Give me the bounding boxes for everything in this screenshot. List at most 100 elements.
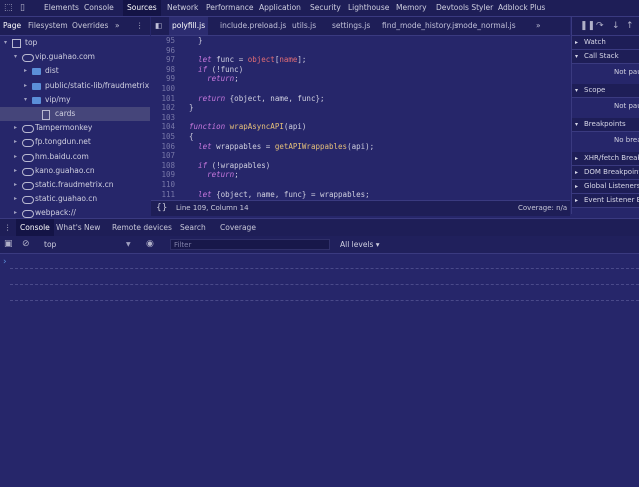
- tree-item[interactable]: ▸ public/static-lib/fraudmetrix: [0, 79, 150, 93]
- tree-item[interactable]: ▸ hm.baidu.com: [0, 150, 150, 164]
- code-token: {object, name, func};: [229, 93, 325, 103]
- debugger-section-dom-breakpoints[interactable]: ▸ DOM Breakpoints: [572, 166, 639, 180]
- inspect-element-icon[interactable]: ⬚: [4, 0, 13, 16]
- drawer-tab-remote-devices[interactable]: Remote devices: [108, 219, 176, 236]
- step-into-icon[interactable]: ↓: [612, 17, 620, 35]
- tree-item[interactable]: ▸ fp.tongdun.net: [0, 135, 150, 149]
- code-token: {: [180, 132, 194, 141]
- editor-tab-mode-normal-js[interactable]: mode_normal.js: [453, 17, 519, 35]
- tab-memory[interactable]: Memory: [392, 0, 431, 16]
- tab-devtools-styler[interactable]: Devtools Styler: [432, 0, 497, 16]
- step-over-icon[interactable]: ↷: [596, 17, 604, 35]
- tab-adblock-plus[interactable]: Adblock Plus: [494, 0, 549, 16]
- debugger-section-scope[interactable]: ▾ Scope: [572, 84, 639, 98]
- eye-icon[interactable]: ◉: [146, 236, 154, 253]
- drawer-tab-what-s-new[interactable]: What's New: [52, 219, 104, 236]
- editor-tab-utils-js[interactable]: utils.js: [289, 17, 319, 35]
- tab-overrides[interactable]: Overrides: [72, 17, 108, 35]
- tree-item[interactable]: ▸ static.guahao.cn: [0, 192, 150, 206]
- debugger-section-breakpoints[interactable]: ▾ Breakpoints: [572, 118, 639, 132]
- step-out-icon[interactable]: ↑: [626, 17, 634, 35]
- more-options-icon[interactable]: ⋮: [136, 17, 144, 35]
- debugger-toolbar: ❚❚ ↷ ↓ ↑: [571, 17, 639, 36]
- clear-console-icon[interactable]: ⊘: [22, 236, 30, 253]
- section-body: Not paused: [614, 102, 639, 110]
- cloud-icon: [22, 196, 34, 205]
- drawer-menu-icon[interactable]: ⋮: [4, 219, 12, 236]
- tree-expand-icon[interactable]: ▾: [14, 50, 17, 64]
- tab-network[interactable]: Network: [163, 0, 202, 16]
- debugger-section-xhr-fetch-breakpoints[interactable]: ▸ XHR/fetch Breakpoints: [572, 152, 639, 166]
- tree-item-label: kano.guahao.cn: [35, 165, 95, 175]
- tree-item[interactable]: ▸ kano.guahao.cn: [0, 164, 150, 178]
- tree-item-label: public/static-lib/fraudmetrix: [45, 80, 150, 90]
- editor-status-bar: {} Line 109, Column 14 Coverage: n/a: [151, 200, 570, 216]
- console-output[interactable]: ›: [0, 254, 639, 487]
- chevron-down-icon: ▾: [575, 121, 579, 128]
- cloud-icon: [22, 125, 34, 134]
- tab-elements[interactable]: Elements: [40, 0, 83, 16]
- debugger-section-call-stack[interactable]: ▾ Call Stack: [572, 50, 639, 64]
- device-toolbar-icon[interactable]: ▯: [20, 0, 25, 16]
- context-dropdown-icon[interactable]: ▼: [126, 236, 131, 253]
- tab-performance[interactable]: Performance: [202, 0, 258, 16]
- tab-page[interactable]: Page: [3, 17, 21, 35]
- context-selector[interactable]: top: [44, 236, 56, 253]
- filter-input[interactable]: Filter: [170, 239, 330, 250]
- toggle-navigator-icon[interactable]: ◧: [155, 17, 162, 35]
- line-number: 100: [161, 84, 175, 93]
- code-token: return: [180, 93, 230, 103]
- editor-tab-polyfill-js[interactable]: polyfill.js: [169, 17, 209, 35]
- tree-item[interactable]: ▸ dist: [0, 64, 150, 78]
- tree-item[interactable]: ▾ vip/my: [0, 93, 150, 107]
- tree-item[interactable]: ▾ vip.guahao.com: [0, 50, 150, 64]
- tab-filesystem[interactable]: Filesystem: [28, 17, 68, 35]
- tree-expand-icon[interactable]: ▸: [24, 79, 27, 93]
- tree-expand-icon[interactable]: ▸: [14, 178, 17, 192]
- tab-application[interactable]: Application: [255, 0, 305, 16]
- more-tabs-button[interactable]: »: [115, 17, 120, 35]
- code-token: (api);: [347, 141, 375, 151]
- section-label: XHR/fetch Breakpoints: [584, 154, 639, 162]
- debugger-section-global-listeners[interactable]: ▸ Global Listeners: [572, 180, 639, 194]
- tree-item[interactable]: ▸ Tampermonkey: [0, 121, 150, 135]
- tab-console[interactable]: Console: [80, 0, 118, 16]
- editor-tab-include-preload-js[interactable]: include.preload.js: [217, 17, 289, 35]
- pause-icon[interactable]: ❚❚: [580, 17, 595, 35]
- section-label: Watch: [584, 38, 606, 46]
- debugger-section-event-listener-breakpoints[interactable]: ▸ Event Listener Breakpoints: [572, 194, 639, 208]
- code-token: getAPIWrappables: [274, 141, 348, 151]
- tab-security[interactable]: Security: [306, 0, 345, 16]
- tree-expand-icon[interactable]: ▸: [14, 164, 17, 178]
- tab-sources[interactable]: Sources: [123, 0, 161, 16]
- tree-expand-icon[interactable]: ▾: [24, 93, 27, 107]
- tree-expand-icon[interactable]: ▸: [14, 135, 17, 149]
- tree-expand-icon[interactable]: ▸: [24, 64, 27, 78]
- show-sidebar-icon[interactable]: ▣: [4, 236, 13, 253]
- tree-item[interactable]: cards: [0, 107, 150, 121]
- chevron-down-icon: ▾: [575, 87, 579, 94]
- editor-tab-find-mode-history-js[interactable]: find_mode_history.js: [379, 17, 461, 35]
- line-number: 99: [165, 74, 175, 84]
- drawer-tab-search[interactable]: Search: [176, 219, 210, 236]
- tree-expand-icon[interactable]: ▸: [14, 192, 17, 206]
- code-editor[interactable]: } let func = object[name]; if (!func) re…: [180, 36, 570, 199]
- section-body: No breakpoints: [614, 136, 639, 144]
- editor-tab-settings-js[interactable]: settings.js: [329, 17, 373, 35]
- tree-item[interactable]: ▸ static.fraudmetrix.cn: [0, 178, 150, 192]
- tree-item-label: Tampermonkey: [35, 123, 93, 133]
- log-levels-dropdown[interactable]: All levels ▾: [340, 236, 380, 253]
- code-token: ;: [234, 74, 239, 84]
- navigator-tab-bar: Page Filesystem Overrides » ⋮: [0, 17, 150, 36]
- tree-expand-icon[interactable]: ▸: [14, 150, 17, 164]
- editor-tab-[interactable]: »: [533, 17, 544, 35]
- tree-expand-icon[interactable]: ▾: [4, 36, 7, 50]
- code-token: ];: [297, 55, 307, 65]
- pretty-print-button[interactable]: {}: [156, 201, 167, 216]
- tab-lighthouse[interactable]: Lighthouse: [344, 0, 393, 16]
- debugger-section-watch[interactable]: ▸ Watch: [572, 36, 639, 50]
- tree-item[interactable]: ▾ top: [0, 36, 150, 50]
- drawer-tab-coverage[interactable]: Coverage: [216, 219, 260, 236]
- drawer-tab-console[interactable]: Console: [16, 219, 54, 236]
- tree-expand-icon[interactable]: ▸: [14, 121, 17, 135]
